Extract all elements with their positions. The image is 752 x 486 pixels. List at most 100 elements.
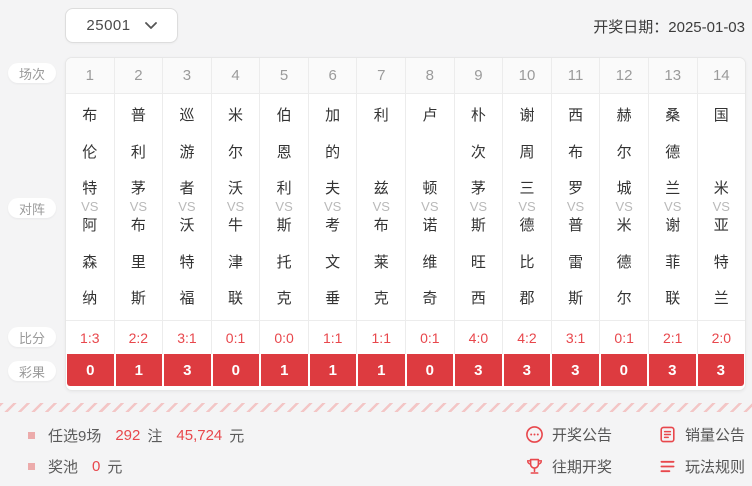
score-cell: 1:1 [357, 321, 407, 354]
any9-label: 任选9场 [48, 428, 102, 445]
vs-label: VS [421, 198, 439, 214]
vs-label: VS [178, 198, 196, 214]
home-team-name: 普利茅 [130, 107, 146, 197]
home-team-name: 赫尔城 [616, 107, 632, 197]
result-cell: 3 [455, 354, 504, 386]
matchup-row: 布伦特 VS 阿森纳 普利茅 VS 布里斯 巡游者 VS 沃特福 米尔沃 VS … [66, 94, 745, 320]
away-team-name: 牛津联 [228, 217, 244, 307]
draw-date-label: 开奖日期： [593, 19, 669, 36]
away-team-name: 米德尔 [616, 217, 632, 307]
result-cell: 0 [406, 354, 455, 386]
score-cell: 0:1 [600, 321, 649, 354]
match-number: 7 [357, 58, 407, 93]
results-table: 1 2 3 4 5 6 7 8 9 10 11 12 13 14 布伦特 VS 阿森纳 普利茅 VS 布里… [65, 57, 746, 391]
away-team-name: 布莱克 [373, 217, 389, 307]
result-cell: 3 [164, 354, 213, 386]
matchup-cell: 加的夫 VS 考文垂 [309, 94, 358, 320]
result-cell: 0 [67, 354, 116, 386]
matchup-cell: 桑德兰 VS 谢菲联 [649, 94, 698, 320]
result-cell: 1 [261, 354, 310, 386]
vs-label: VS [324, 198, 342, 214]
vs-label: VS [469, 198, 488, 214]
vs-label: VS [372, 198, 390, 214]
pool-unit: 元 [107, 459, 123, 476]
result-cell: 3 [503, 354, 552, 386]
square-bullet-icon [28, 432, 35, 439]
match-number: 5 [260, 58, 309, 93]
away-team-name: 阿森纳 [82, 217, 98, 307]
score-cell: 2:1 [649, 321, 698, 354]
prize-pool-stat: 奖池 0 元 [28, 456, 122, 477]
session-row: 1 2 3 4 5 6 7 8 9 10 11 12 13 14 [66, 58, 745, 94]
result-cell: 3 [697, 354, 744, 386]
matchup-cell: 卢顿 VS 诺维奇 [406, 94, 455, 320]
trophy-icon [525, 457, 544, 476]
home-team-name: 加的夫 [325, 107, 341, 197]
vs-label: VS [566, 198, 585, 214]
result-cell: 0 [600, 354, 649, 386]
pool-label: 奖池 [48, 459, 79, 476]
result-cell: 1 [309, 354, 358, 386]
vs-label: VS [226, 198, 245, 214]
away-team-name: 沃特福 [179, 217, 195, 307]
any9-count: 292 [115, 427, 141, 444]
away-team-name: 普雷斯 [568, 217, 584, 307]
matchup-cell: 伯恩利 VS 斯托克 [260, 94, 309, 320]
matchup-cell: 朴次茅 VS 斯旺西 [455, 94, 504, 320]
match-number: 13 [649, 58, 698, 93]
matchup-cell: 赫尔城 VS 米德尔 [600, 94, 649, 320]
away-team-name: 德比郡 [519, 217, 535, 307]
row-label-result: 彩果 [8, 361, 56, 381]
home-team-name: 巡游者 [179, 107, 195, 197]
vs-label: VS [129, 198, 148, 214]
result-cell: 1 [358, 354, 407, 386]
result-cell: 0 [212, 354, 261, 386]
match-number: 12 [600, 58, 649, 93]
dashed-separator [0, 403, 752, 412]
home-team-name: 桑德兰 [665, 107, 681, 197]
score-cell: 1:1 [309, 321, 358, 354]
draw-date-value: 2025-01-03 [668, 19, 745, 36]
match-number: 6 [309, 58, 358, 93]
matchup-cell: 西布罗 VS 普雷斯 [552, 94, 601, 320]
result-row: 01301110333033 [67, 354, 744, 386]
matchup-cell: 谢周三 VS 德比郡 [503, 94, 552, 320]
matchup-cell: 利兹 VS 布莱克 [357, 94, 407, 320]
home-team-name: 利兹 [373, 107, 389, 197]
home-team-name: 米尔沃 [228, 107, 244, 197]
lottery-results-page: 25001 开奖日期：2025-01-03 场次 对阵 比分 彩果 123456… [0, 0, 752, 486]
score-cell: 0:1 [212, 321, 261, 354]
home-team-name: 朴次茅 [470, 107, 486, 197]
away-team-name: 斯托克 [276, 217, 292, 307]
score-row: 1:3 2:2 3:1 0:1 0:0 1:1 1:1 0:1 4:0 4:2 3:1 0:1 2:1 2… [66, 320, 745, 354]
home-team-name: 布伦特 [82, 107, 98, 197]
any9-sales-stat: 任选9场 292 注 45,724 元 [28, 425, 244, 446]
menu-lines-icon [658, 457, 677, 476]
vs-label: VS [518, 198, 536, 214]
link-game-rules[interactable]: 玩法规则 [658, 456, 745, 477]
link-draw-announcement[interactable]: 开奖公告 [525, 424, 612, 445]
home-team-name: 国米 [713, 107, 729, 197]
result-cell: 1 [115, 354, 164, 386]
matchup-cell: 国米 VS 亚特兰 [698, 94, 745, 320]
match-number: 4 [212, 58, 261, 93]
link-sales-announcement[interactable]: 销量公告 [658, 424, 745, 445]
match-number: 1 [66, 58, 115, 93]
score-cell: 2:0 [711, 329, 732, 346]
issue-select-dropdown[interactable]: 25001 [65, 8, 178, 43]
matchup-cell: 布伦特 VS 阿森纳 [66, 94, 115, 320]
home-team-name: 谢周三 [519, 107, 535, 197]
matchup-cell: 普利茅 VS 布里斯 [115, 94, 164, 320]
score-cell: 4:0 [455, 321, 504, 354]
match-number: 8 [406, 58, 455, 93]
square-bullet-icon [28, 463, 35, 470]
score-cell: 3:1 [163, 321, 212, 354]
match-number: 3 [163, 58, 212, 93]
matchup-cell: 巡游者 VS 沃特福 [163, 94, 212, 320]
link-past-draws[interactable]: 往期开奖 [525, 456, 612, 477]
match-number: 14 [712, 67, 730, 84]
away-team-name: 布里斯 [130, 217, 146, 307]
score-cell: 0:0 [260, 321, 309, 354]
row-label-matchup: 对阵 [8, 198, 56, 218]
row-label-session: 场次 [8, 63, 56, 83]
